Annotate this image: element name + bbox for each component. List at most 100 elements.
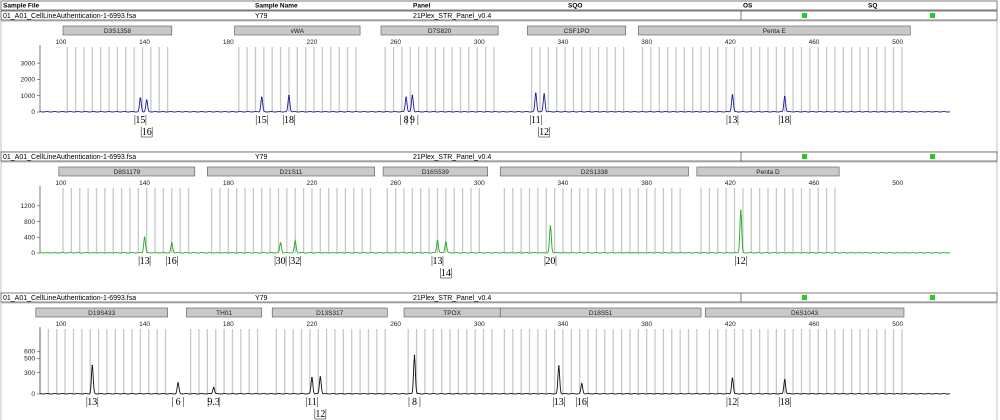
allele-call-label: 13 [140, 256, 150, 267]
allele-call-label: 20 [545, 256, 555, 267]
peak-point [436, 239, 439, 242]
marker-label: vWA [291, 28, 305, 35]
x-tick-label: 500 [892, 321, 903, 328]
header-col-sqo: SQO [568, 3, 582, 10]
peak-point [177, 382, 179, 385]
allele-call-label: 12 [315, 409, 325, 420]
peak-point [311, 376, 313, 379]
header-col-sq: SQ [868, 3, 877, 10]
peak-point [783, 95, 786, 98]
allele-call-label: 12 [736, 256, 746, 267]
allele-call-label: 16 [577, 397, 587, 408]
x-tick-label: 220 [307, 180, 318, 187]
panel-green-channel: 01_A01_CellLineAuthentication-1-6993.fsa… [0, 151, 998, 296]
y-tick-label: 0 [31, 391, 35, 398]
allele-call-label: 11 [307, 397, 317, 408]
allele-call-label: 13 [554, 397, 564, 408]
x-tick-label: 180 [223, 180, 234, 187]
y-tick-label: 3000 [21, 60, 36, 67]
header-row-box [0, 0, 998, 11]
quality-flag-sq [930, 295, 935, 300]
allele-call-label: 16 [142, 127, 152, 138]
marker-label: Penta D [756, 169, 780, 176]
x-tick-label: 460 [809, 321, 820, 328]
bin-lines [39, 329, 903, 394]
sample-info-row [0, 151, 998, 162]
quality-flag-sq [930, 154, 935, 159]
allele-call-label: 14 [441, 268, 451, 279]
marker-label: TPOX [443, 310, 461, 317]
allele-call-label: 6 [176, 397, 181, 408]
x-tick-label: 300 [474, 321, 485, 328]
x-tick-label: 420 [725, 321, 736, 328]
x-tick-label: 260 [390, 180, 401, 187]
peak-point [139, 97, 142, 99]
sample-name: Y79 [255, 295, 268, 302]
peak-point [558, 365, 560, 368]
header-col-os: OS [743, 3, 753, 10]
peak-point [405, 96, 407, 99]
peak-point [534, 92, 537, 95]
x-tick-label: 100 [55, 321, 66, 328]
allele-call-label: 11 [531, 115, 541, 126]
peak-point [549, 225, 552, 228]
x-tick-label: 340 [558, 180, 569, 187]
quality-flag-os [802, 295, 807, 300]
marker-label: D18S51 [589, 310, 613, 317]
x-tick-label: 420 [725, 180, 736, 187]
signal-trace [39, 92, 951, 113]
x-tick-label: 340 [558, 39, 569, 46]
electropherogram-figure: Sample File Sample Name Panel SQO OS SQ 01_A0… [0, 0, 998, 420]
y-tick-label: 1200 [21, 203, 36, 210]
marker-label: D16S539 [422, 169, 449, 176]
x-tick-label: 220 [307, 39, 318, 46]
x-tick-label: 420 [725, 39, 736, 46]
peak-point [260, 96, 263, 99]
allele-call-label: 13 [727, 115, 737, 126]
peak-point [170, 242, 173, 244]
allele-call-label: 13 [87, 397, 97, 408]
x-tick-label: 180 [223, 321, 234, 328]
sample-file-name: 01_A01_CellLineAuthentication-1-6993.fsa [3, 295, 136, 302]
sample-file-name: 01_A01_CellLineAuthentication-1-6993.fsa [3, 13, 136, 20]
x-tick-label: 460 [809, 180, 820, 187]
marker-label: D7S820 [428, 28, 452, 35]
marker-label: D2S1338 [581, 169, 608, 176]
y-tick-label: 400 [24, 234, 35, 241]
marker-label: D6S1043 [791, 310, 818, 317]
x-tick-label: 220 [307, 321, 318, 328]
marker-label: Penta E [763, 28, 787, 35]
allele-call-label: 16 [167, 256, 177, 267]
allele-call-label: 30 [276, 256, 286, 267]
peak-point [143, 236, 146, 239]
peak-point [731, 94, 734, 96]
peak-point [294, 240, 297, 243]
x-tick-label: 300 [474, 39, 485, 46]
allele-call-label: 13 [432, 256, 442, 267]
marker-label: D3S1358 [104, 28, 131, 35]
y-tick-label: 300 [24, 370, 35, 377]
x-tick-label: 140 [139, 321, 150, 328]
y-tick-label: 0 [31, 109, 35, 116]
sample-file-name: 01_A01_CellLineAuthentication-1-6993.fsa [3, 154, 136, 161]
panel-yellow-channel: 01_A01_CellLineAuthentication-1-6993.fsa… [0, 292, 998, 420]
allele-call-label: 12 [539, 127, 549, 138]
allele-call-label: 18 [780, 397, 790, 408]
x-tick-label: 180 [223, 39, 234, 46]
quality-flag-sq [930, 13, 935, 18]
allele-call-label: 15 [257, 115, 267, 126]
sample-name: Y79 [255, 154, 268, 161]
sample-name: Y79 [255, 13, 268, 20]
allele-call-label: 32 [290, 256, 300, 267]
y-tick-label: 2000 [21, 77, 36, 84]
y-tick-label: 0 [31, 250, 35, 257]
peak-point [319, 376, 322, 378]
marker-label: D21S11 [280, 169, 303, 176]
panel-name: 21Plex_STR_Panel_v0.4 [413, 154, 491, 161]
quality-flag-os [802, 154, 807, 159]
allele-call-label: 12 [727, 397, 737, 408]
allele-call-label: 15 [135, 115, 145, 126]
peak-point [279, 242, 282, 244]
header-col-panel: Panel [413, 3, 431, 10]
column-header-row: Sample File Sample Name Panel SQO OS SQ [0, 0, 998, 11]
